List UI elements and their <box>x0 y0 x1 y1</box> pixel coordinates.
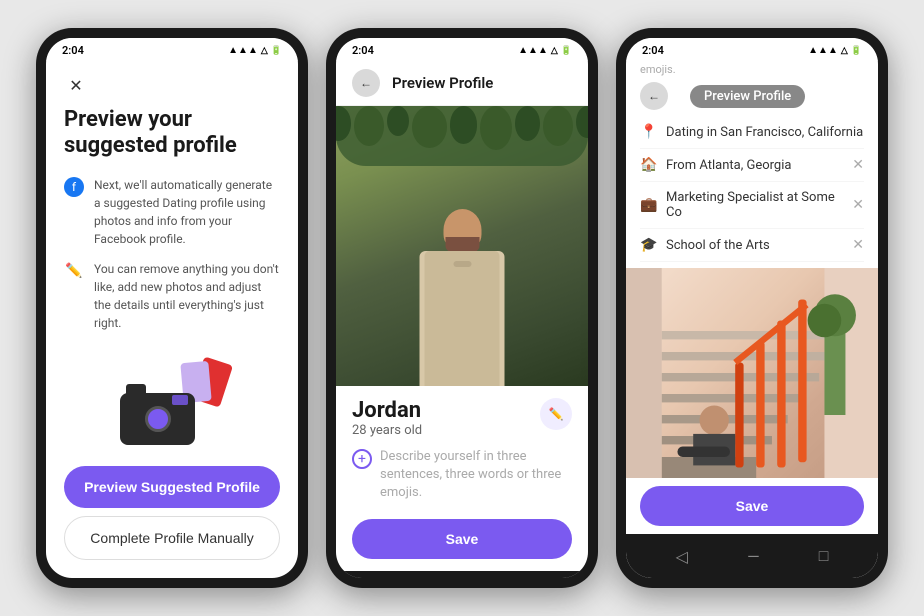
phone2-header: ← Preview Profile <box>336 61 588 106</box>
back-button-2[interactable]: ← <box>352 69 380 97</box>
remove-detail-3[interactable]: ✕ <box>852 197 864 213</box>
close-button[interactable]: ✕ <box>64 73 88 97</box>
detail-text-3: Marketing Specialist at Some Co <box>666 190 844 220</box>
status-bar-2: 2:04 ▲▲▲ △ 🔋 <box>336 38 588 61</box>
profile-name: Jordan <box>352 398 422 423</box>
remove-detail-2[interactable]: ✕ <box>852 157 864 173</box>
nav-bar-3: ◁ — □ <box>626 534 878 578</box>
phone-3: 2:04 ▲▲▲ △ 🔋 emojis. ← Preview Profile 📍… <box>616 28 888 588</box>
detail-row-3: 💼 Marketing Specialist at Some Co ✕ <box>640 182 864 229</box>
bio-placeholder[interactable]: + Describe yourself in three sentences, … <box>352 448 572 503</box>
home-icon: 🏠 <box>640 157 658 173</box>
time-1: 2:04 <box>62 44 84 57</box>
detail-row-4: 🎓 School of the Arts ✕ <box>640 229 864 262</box>
back-button-3[interactable]: ← <box>640 82 668 110</box>
pencil-icon: ✏️ <box>64 261 84 281</box>
top-label: emojis. <box>626 61 878 76</box>
time-2: 2:04 <box>352 44 374 57</box>
info-item-2: ✏️ You can remove anything you don't lik… <box>64 260 280 332</box>
profile-details: 📍 Dating in San Francisco, California 🏠 … <box>626 116 878 268</box>
save-button-2[interactable]: Save <box>352 519 572 559</box>
info-text-2: You can remove anything you don't like, … <box>94 260 280 332</box>
save-button-3[interactable]: Save <box>640 486 864 526</box>
detail-text-2: From Atlanta, Georgia <box>666 158 844 173</box>
work-icon: 💼 <box>640 197 658 213</box>
detail-text-1: Dating in San Francisco, California <box>666 125 864 140</box>
profile-photo-2 <box>336 106 588 386</box>
status-bar-3: 2:04 ▲▲▲ △ 🔋 <box>626 38 878 61</box>
preview-suggested-profile-button[interactable]: Preview Suggested Profile <box>64 466 280 508</box>
profile-age: 28 years old <box>352 423 422 438</box>
phone-2: 2:04 ▲▲▲ △ 🔋 ← Preview Profile <box>326 28 598 588</box>
phone-1: 2:04 ▲▲▲ △ 🔋 ✕ Preview your suggested pr… <box>36 28 308 588</box>
info-item-1: f Next, we'll automatically generate a s… <box>64 176 280 248</box>
status-icons-3: ▲▲▲ △ 🔋 <box>808 45 862 56</box>
facebook-icon: f <box>64 177 84 197</box>
camera-illustration <box>112 360 232 450</box>
detail-row-2: 🏠 From Atlanta, Georgia ✕ <box>640 149 864 182</box>
status-icons-1: ▲▲▲ △ 🔋 <box>228 45 282 56</box>
nav-bar-2: ◁ — □ <box>336 571 588 578</box>
plus-icon: + <box>352 449 372 469</box>
time-3: 2:04 <box>642 44 664 57</box>
detail-row-1: 📍 Dating in San Francisco, California <box>640 116 864 149</box>
nav-square-3[interactable]: □ <box>809 542 839 570</box>
status-bar-1: 2:04 ▲▲▲ △ 🔋 <box>46 38 298 61</box>
profile-name-row: Jordan 28 years old ✏️ <box>352 398 572 438</box>
profile-photo-3 <box>626 268 878 478</box>
phone3-header: ← Preview Profile <box>626 76 878 116</box>
nav-home-3[interactable]: — <box>737 543 770 570</box>
edit-button[interactable]: ✏️ <box>540 398 572 430</box>
action-buttons: Preview Suggested Profile Complete Profi… <box>64 466 280 568</box>
profile-info-2: Jordan 28 years old ✏️ + Describe yourse… <box>336 386 588 571</box>
status-icons-2: ▲▲▲ △ 🔋 <box>518 45 572 56</box>
header-chip: Preview Profile <box>690 85 805 108</box>
remove-detail-4[interactable]: ✕ <box>852 237 864 253</box>
complete-profile-manually-button[interactable]: Complete Profile Manually <box>64 516 280 560</box>
header-title-2: Preview Profile <box>392 74 493 92</box>
info-text-1: Next, we'll automatically generate a sug… <box>94 176 280 248</box>
school-icon: 🎓 <box>640 237 658 253</box>
detail-text-4: School of the Arts <box>666 238 844 253</box>
nav-back-3[interactable]: ◁ <box>666 543 698 570</box>
page-title: Preview your suggested profile <box>64 107 280 160</box>
location-icon: 📍 <box>640 124 658 140</box>
bio-text: Describe yourself in three sentences, th… <box>380 448 572 503</box>
